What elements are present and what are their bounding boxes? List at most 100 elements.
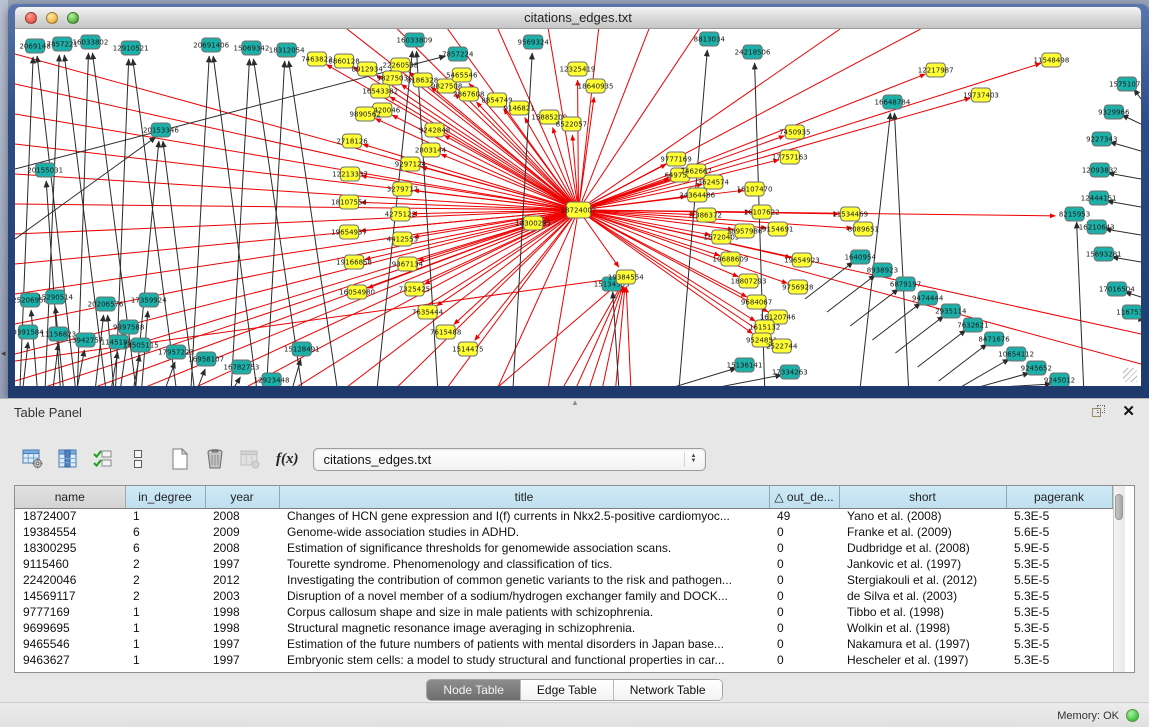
graph-node[interactable]: 19654937 (331, 225, 367, 239)
graph-node[interactable]: 1514475 (452, 342, 483, 356)
window-resize-grip[interactable] (1123, 368, 1137, 382)
table-cell[interactable]: 22420046 (15, 572, 125, 588)
table-cell[interactable]: 9463627 (15, 652, 125, 668)
graph-node[interactable]: 15128491 (284, 342, 320, 356)
graph-node[interactable]: 18640935 (578, 79, 614, 93)
column-header-year[interactable]: year (205, 486, 279, 508)
graph-node[interactable]: 2522744 (766, 339, 798, 353)
network-window-titlebar[interactable]: citations_edges.txt (15, 7, 1141, 29)
table-vertical-scrollbar[interactable] (1113, 486, 1125, 672)
column-header-pagerank[interactable]: pagerank (1006, 486, 1112, 508)
table-cell[interactable]: Embryonic stem cells: a model to study s… (279, 652, 769, 668)
table-cell[interactable]: 5.3E-5 (1006, 556, 1112, 572)
table-cell[interactable]: Estimation of the future numbers of pati… (279, 636, 769, 652)
graph-node[interactable]: 20153346 (143, 123, 179, 137)
column-header-name[interactable]: name (15, 486, 125, 508)
table-cell[interactable]: Dudbridge et al. (2008) (839, 540, 1006, 556)
table-cell[interactable]: 5.3E-5 (1006, 508, 1112, 524)
graph-node[interactable]: 7632621 (957, 318, 988, 332)
table-cell[interactable]: Genome-wide association studies in ADHD. (279, 524, 769, 540)
table-cell[interactable]: 9465546 (15, 636, 125, 652)
graph-node[interactable]: 7386372 (691, 208, 722, 222)
graph-node[interactable]: 9154691 (762, 222, 793, 236)
table-cell[interactable]: Yano et al. (2008) (839, 508, 1006, 524)
graph-node[interactable]: 12213337 (332, 167, 368, 181)
table-row[interactable]: 2242004622012Investigating the contribut… (15, 572, 1112, 588)
table-cell[interactable]: de Silva et al. (2003) (839, 588, 1006, 604)
table-cell[interactable]: Hescheler et al. (1997) (839, 652, 1006, 668)
show-column-button[interactable] (55, 447, 81, 471)
table-row[interactable]: 946362711997Embryonic stem cells: a mode… (15, 652, 1112, 668)
graph-node[interactable]: 9242848 (419, 123, 450, 137)
graph-node[interactable]: 16107470 (737, 182, 773, 196)
table-cell[interactable]: Tourette syndrome. Phenomenology and cla… (279, 556, 769, 572)
graph-node[interactable]: 8089651 (848, 222, 879, 236)
float-panel-button[interactable] (1092, 405, 1106, 419)
table-cell[interactable]: 1998 (205, 604, 279, 620)
graph-node[interactable]: 11534469 (832, 207, 868, 221)
table-cell[interactable]: Wolkin et al. (1998) (839, 620, 1006, 636)
graph-node[interactable]: 8215953 (1059, 207, 1090, 221)
close-panel-button[interactable]: ✕ (1122, 405, 1135, 419)
table-cell[interactable]: 0 (769, 652, 839, 668)
graph-node[interactable]: 15136141 (727, 358, 763, 372)
table-cell[interactable]: 14569117 (15, 588, 125, 604)
network-canvas[interactable]: 7463822886012889129342226053898275031654… (15, 29, 1141, 386)
graph-node[interactable]: 19737403 (963, 88, 999, 102)
graph-node[interactable]: 3279717 (387, 182, 418, 196)
table-cell[interactable]: 0 (769, 620, 839, 636)
table-cell[interactable]: 2012 (205, 572, 279, 588)
table-cell[interactable]: 1997 (205, 556, 279, 572)
graph-node[interactable]: 17359924 (131, 293, 167, 307)
table-cell[interactable]: 5.3E-5 (1006, 636, 1112, 652)
table-cell[interactable]: Franke et al. (2009) (839, 524, 1006, 540)
graph-node[interactable]: 4275122 (385, 207, 416, 221)
graph-node[interactable]: 15069342 (234, 41, 270, 55)
table-cell[interactable]: 1 (125, 652, 205, 668)
table-cell[interactable]: 6 (125, 540, 205, 556)
table-cell[interactable]: 5.3E-5 (1006, 604, 1112, 620)
column-header-in_degree[interactable]: in_degree (125, 486, 205, 508)
graph-node[interactable]: 12923448 (254, 373, 290, 386)
graph-node[interactable]: 17334263 (772, 365, 808, 379)
table-cell[interactable]: Structural magnetic resonance image aver… (279, 620, 769, 636)
table-cell[interactable]: 1998 (205, 620, 279, 636)
delete-table-button[interactable] (237, 447, 263, 471)
table-cell[interactable]: 5.3E-5 (1006, 620, 1112, 636)
collapsed-panel-arrow-icon[interactable]: ◂ (1, 348, 6, 359)
select-columns-button[interactable] (90, 447, 116, 471)
graph-node[interactable]: 9245012 (1044, 373, 1075, 386)
graph-node[interactable]: 12325419 (560, 62, 596, 76)
graph-node[interactable]: 9569324 (518, 35, 550, 49)
table-row[interactable]: 1938455462009Genome-wide association stu… (15, 524, 1112, 540)
graph-node[interactable]: 9827503 (377, 71, 408, 85)
table-cell[interactable]: 2003 (205, 588, 279, 604)
graph-node[interactable]: 16648784 (875, 95, 911, 109)
graph-node[interactable]: 22260538 (382, 58, 418, 72)
table-row[interactable]: 1456911722003Disruption of a novel membe… (15, 588, 1112, 604)
table-cell[interactable]: Nakamura et al. (1997) (839, 636, 1006, 652)
table-cell[interactable]: 1997 (205, 636, 279, 652)
table-mode-button[interactable] (20, 447, 46, 471)
table-cell[interactable]: Tibbo et al. (1998) (839, 604, 1006, 620)
graph-node[interactable]: 2718126 (336, 134, 368, 148)
zoom-button[interactable] (67, 12, 79, 24)
minimize-button[interactable] (46, 12, 58, 24)
graph-node[interactable]: 16210643 (1079, 220, 1115, 234)
table-row[interactable]: 969969511998Structural magnetic resonanc… (15, 620, 1112, 636)
table-cell[interactable]: 2008 (205, 540, 279, 556)
graph-node[interactable]: 12093832 (1082, 163, 1118, 177)
graph-node[interactable]: 16107622 (744, 205, 780, 219)
table-cell[interactable]: Stergiakouli et al. (2012) (839, 572, 1006, 588)
table-select-dropdown[interactable]: citations_edges.txt ▲▼ (313, 448, 706, 471)
graph-node[interactable]: 3624574 (698, 175, 730, 189)
table-cell[interactable]: 5.9E-5 (1006, 540, 1112, 556)
graph-node[interactable]: 18107554 (331, 195, 367, 209)
graph-node[interactable]: 19654923 (784, 253, 820, 267)
citation-graph[interactable]: 7463822886012889129342226053898275031654… (15, 29, 1141, 386)
column-header-short[interactable]: short (839, 486, 1006, 508)
table-cell[interactable]: 0 (769, 572, 839, 588)
graph-node[interactable]: 8471676 (978, 332, 1010, 346)
graph-node[interactable]: 16958107 (188, 352, 224, 366)
graph-node[interactable]: 10688609 (713, 252, 749, 266)
